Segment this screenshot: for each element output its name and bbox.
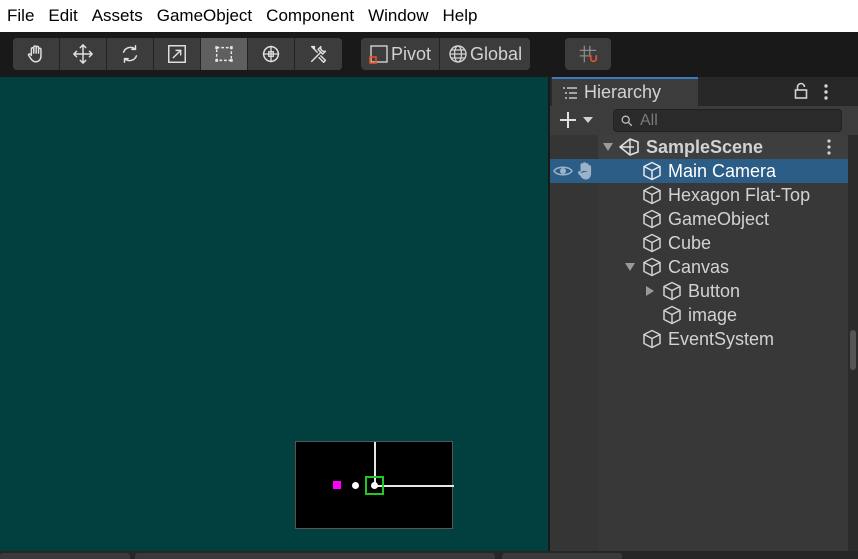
expand-arrow-icon[interactable] <box>624 261 636 273</box>
scene-view[interactable] <box>0 77 548 551</box>
expand-arrow-icon[interactable] <box>602 141 614 153</box>
hierarchy-search[interactable] <box>613 109 842 132</box>
hand-icon <box>27 45 42 63</box>
scene-name: SampleScene <box>646 136 764 157</box>
gameobject-cube-icon <box>663 305 681 325</box>
gameobject-cube-icon <box>643 329 661 349</box>
transform-tools-group <box>13 38 342 70</box>
menu-component[interactable]: Component <box>266 0 354 32</box>
menu-gameobject[interactable]: GameObject <box>157 0 252 32</box>
globe-icon <box>449 45 467 63</box>
preview-center-dot <box>371 482 378 489</box>
hierarchy-item-main-camera[interactable]: Main Camera <box>550 159 848 183</box>
hierarchy-item-canvas[interactable]: Canvas <box>550 255 848 279</box>
grid-snap-icon <box>579 45 598 63</box>
collapsed-arrow-icon[interactable] <box>644 285 656 297</box>
menu-assets[interactable]: Assets <box>92 0 143 32</box>
menu-file[interactable]: File <box>7 0 34 32</box>
bottom-tab[interactable] <box>0 553 130 559</box>
pivot-global-group: Pivot Global <box>361 38 531 70</box>
hierarchy-item-hexagon[interactable]: Hexagon Flat-Top <box>550 183 848 207</box>
hand-tool-button[interactable] <box>13 38 60 70</box>
grid-snap-button[interactable] <box>565 38 611 70</box>
plus-icon <box>560 112 576 128</box>
scrollbar-thumb[interactable] <box>850 330 856 370</box>
hierarchy-item-label: EventSystem <box>668 328 775 349</box>
preview-x-axis <box>374 485 454 487</box>
bottom-tab[interactable] <box>135 553 495 559</box>
unity-scene-icon <box>619 138 639 156</box>
gameobject-cube-icon <box>643 185 661 205</box>
lock-icon[interactable] <box>794 82 808 100</box>
scale-icon <box>168 45 186 63</box>
bottom-tab[interactable] <box>502 553 622 559</box>
menu-help[interactable]: Help <box>443 0 478 32</box>
global-label: Global <box>470 43 523 64</box>
hierarchy-item-label: Cube <box>668 232 712 253</box>
menu-bar: File Edit Assets GameObject Component Wi… <box>0 0 858 32</box>
hierarchy-item-label: Hexagon Flat-Top <box>668 184 811 205</box>
hierarchy-toolbar <box>550 106 858 135</box>
rect-tool-button[interactable] <box>201 38 248 70</box>
transform-tool-button[interactable] <box>248 38 295 70</box>
hierarchy-item-eventsystem[interactable]: EventSystem <box>550 327 848 351</box>
pivot-button[interactable]: Pivot <box>361 38 441 70</box>
pickable-hand-icon[interactable] <box>576 161 594 181</box>
search-icon <box>621 115 633 126</box>
main-toolbar: Pivot Global <box>0 32 858 77</box>
move-icon <box>73 44 93 64</box>
gameobject-cube-icon <box>643 233 661 253</box>
menu-window[interactable]: Window <box>368 0 428 32</box>
visibility-eye-icon[interactable] <box>553 163 573 179</box>
gameobject-cube-icon <box>643 257 661 277</box>
rect-icon <box>215 46 233 62</box>
rotate-tool-button[interactable] <box>107 38 154 70</box>
pivot-label: Pivot <box>391 43 432 64</box>
preview-magenta-marker <box>333 481 341 489</box>
menu-edit[interactable]: Edit <box>48 0 77 32</box>
gameobject-cube-icon <box>643 161 661 181</box>
hierarchy-item-label: image <box>688 304 738 325</box>
search-input[interactable] <box>640 111 830 130</box>
hierarchy-item-image[interactable]: image <box>550 303 848 327</box>
snap-group <box>565 38 611 70</box>
move-tool-button[interactable] <box>60 38 107 70</box>
gameobject-cube-icon <box>663 281 681 301</box>
global-button[interactable]: Global <box>440 38 530 70</box>
hierarchy-tabbar: Hierarchy <box>550 77 858 106</box>
hierarchy-item-cube[interactable]: Cube <box>550 231 848 255</box>
custom-tool-button[interactable] <box>295 38 342 70</box>
create-dropdown-button[interactable] <box>558 109 598 131</box>
pivot-icon <box>369 45 388 64</box>
tab-hierarchy[interactable]: Hierarchy <box>552 77 698 106</box>
hierarchy-item-button[interactable]: Button <box>550 279 848 303</box>
hierarchy-item-label: Canvas <box>668 256 730 277</box>
gameobject-cube-icon <box>643 209 661 229</box>
chevron-down-icon <box>583 117 593 123</box>
scene-row[interactable]: SampleScene <box>598 135 848 159</box>
tools-icon <box>310 45 326 63</box>
tab-hierarchy-label: Hierarchy <box>584 82 662 102</box>
scale-tool-button[interactable] <box>154 38 201 70</box>
transform-icon <box>262 45 280 63</box>
hierarchy-item-label: GameObject <box>668 208 770 229</box>
hierarchy-panel: Hierarchy SampleScene Main Camera Hexago… <box>548 77 858 551</box>
preview-dot <box>352 482 359 489</box>
camera-preview <box>295 441 454 529</box>
rotate-icon <box>122 45 138 63</box>
list-icon <box>563 86 577 99</box>
hierarchy-item-label: Main Camera <box>668 160 777 181</box>
hierarchy-item-label: Button <box>688 280 741 301</box>
hierarchy-item-gameobject[interactable]: GameObject <box>550 207 848 231</box>
scene-menu-icon[interactable] <box>826 138 832 156</box>
panel-menu-icon[interactable] <box>822 83 830 101</box>
